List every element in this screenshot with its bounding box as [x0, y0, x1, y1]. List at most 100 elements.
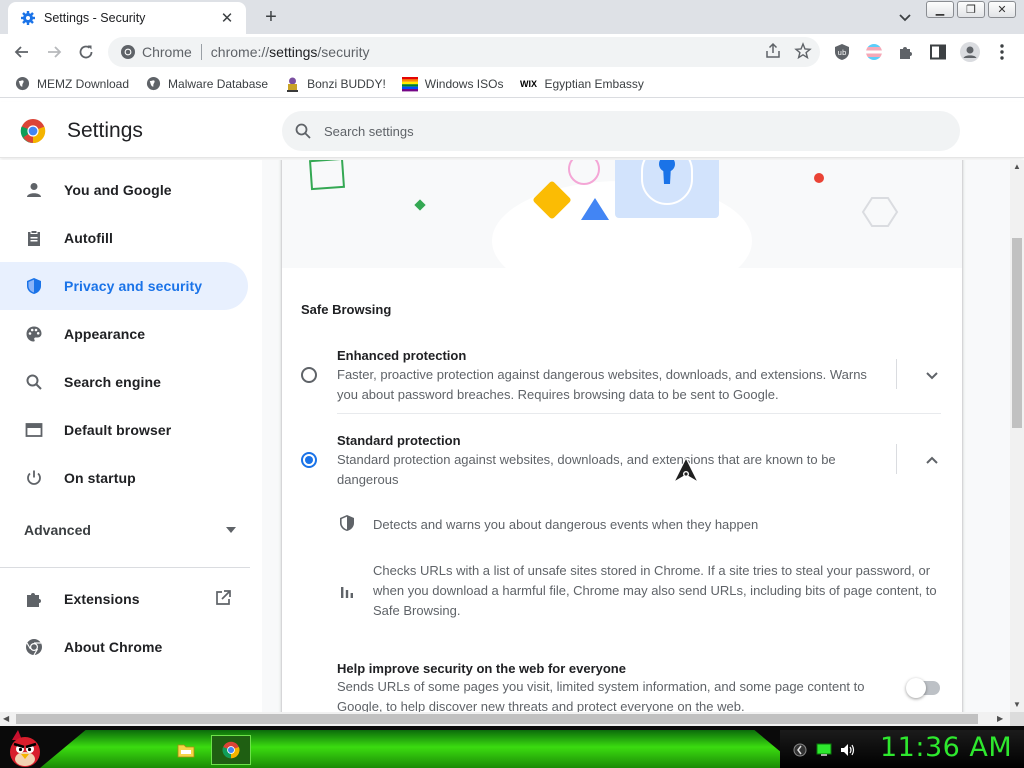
address-bar[interactable]: Chrome chrome://settings/security — [108, 37, 820, 67]
security-illustration — [282, 160, 962, 268]
clipboard-icon — [24, 228, 44, 248]
option-divider — [337, 413, 941, 414]
option-desc-enhanced: Faster, proactive protection against dan… — [337, 367, 867, 402]
browser-window-icon — [24, 420, 44, 440]
detail-text-checks-urls: Checks URLs with a list of unsafe sites … — [373, 563, 937, 618]
close-tab-icon[interactable]: ✕ — [218, 9, 236, 27]
bonzi-icon — [284, 76, 300, 92]
sidebar-item-default-browser[interactable]: Default browser — [0, 406, 248, 454]
scroll-down-icon[interactable]: ▼ — [1013, 700, 1021, 709]
sidebar-item-appearance[interactable]: Appearance — [0, 310, 248, 358]
sidebar-divider — [0, 567, 250, 568]
star-icon[interactable] — [794, 42, 812, 60]
side-panel-icon[interactable] — [928, 42, 948, 62]
browser-toolbar: Chrome chrome://settings/security ub — [0, 34, 1024, 70]
power-icon — [24, 468, 44, 488]
volume-icon[interactable] — [840, 742, 856, 758]
bookmark-bonzi-buddy[interactable]: Bonzi BUDDY! — [284, 76, 386, 92]
kebab-menu-icon[interactable] — [992, 42, 1012, 62]
caret-down-icon — [226, 527, 236, 533]
tab-settings-security[interactable]: Settings - Security ✕ — [8, 2, 246, 34]
scroll-right-icon[interactable]: ▶ — [997, 714, 1003, 723]
globe-icon — [145, 76, 161, 92]
tab-title: Settings - Security — [44, 11, 146, 25]
vertical-scrollbar[interactable]: ▲ ▼ — [1010, 160, 1024, 712]
reload-icon — [79, 45, 93, 59]
external-link-icon — [214, 589, 232, 612]
option-title-standard: Standard protection — [337, 433, 461, 448]
radio-enhanced-protection[interactable] — [301, 367, 317, 383]
scroll-up-icon[interactable]: ▲ — [1013, 162, 1021, 171]
sidebar-item-on-startup[interactable]: On startup — [0, 454, 248, 502]
back-button[interactable] — [10, 40, 34, 64]
network-icon[interactable] — [792, 742, 808, 758]
ublock-icon[interactable]: ub — [832, 42, 852, 62]
monitor-icon[interactable] — [816, 742, 832, 758]
palette-icon — [24, 324, 44, 344]
help-improve-desc: Sends URLs of some pages you visit, limi… — [337, 679, 865, 712]
radio-standard-protection[interactable] — [301, 452, 317, 468]
sidebar-item-autofill[interactable]: Autofill — [0, 214, 248, 262]
scroll-left-icon[interactable]: ◀ — [3, 714, 9, 723]
flag-extension-icon[interactable] — [864, 42, 884, 62]
wix-icon: WIX — [519, 78, 537, 89]
option-title-enhanced: Enhanced protection — [337, 348, 467, 363]
help-improve-toggle[interactable] — [906, 678, 940, 698]
chevron-down-icon[interactable] — [894, 6, 916, 28]
bookmark-egyptian-embassy[interactable]: WIX Egyptian Embassy — [519, 76, 644, 92]
chevron-down-icon — [926, 371, 938, 379]
sidebar-item-search-engine[interactable]: Search engine — [0, 358, 248, 406]
option-separator — [896, 444, 897, 474]
taskbar-folder-button[interactable] — [166, 735, 206, 765]
bookmark-malware-database[interactable]: Malware Database — [145, 76, 268, 92]
option-separator — [896, 359, 897, 389]
sidebar-item-about-chrome[interactable]: About Chrome — [0, 623, 248, 671]
puzzle-icon[interactable] — [896, 42, 916, 62]
scrollbar-thumb[interactable] — [1012, 238, 1022, 428]
sidebar-advanced-toggle[interactable]: Advanced — [24, 522, 236, 538]
chrome-logo-icon — [121, 45, 135, 59]
settings-sidebar: You and Google Autofill Privacy and secu… — [0, 160, 262, 712]
globe-icon — [14, 76, 30, 92]
shield-icon — [338, 514, 356, 532]
taskbar: 11:36 AM — [0, 726, 1024, 768]
start-button-angry-bird-icon[interactable] — [4, 728, 46, 768]
taskbar-chrome-button[interactable] — [211, 735, 251, 765]
horizontal-scrollbar[interactable]: ◀ ▶ — [0, 712, 1010, 726]
expand-enhanced-button[interactable] — [922, 365, 942, 385]
forward-button[interactable] — [42, 40, 66, 64]
new-tab-button[interactable]: + — [258, 4, 284, 30]
taskbar-clock[interactable]: 11:36 AM — [880, 732, 1012, 763]
arrow-right-icon — [48, 46, 62, 58]
window-controls: ▁ ❐ ✕ — [926, 1, 1016, 18]
sidebar-item-privacy-and-security[interactable]: Privacy and security — [0, 262, 248, 310]
url-text: chrome://settings/security — [210, 44, 370, 60]
search-icon — [24, 372, 44, 392]
collapse-standard-button[interactable] — [922, 450, 942, 470]
sidebar-item-you-and-google[interactable]: You and Google — [0, 166, 248, 214]
minimize-icon[interactable]: ▁ — [926, 1, 954, 18]
puzzle-icon — [24, 589, 44, 609]
folder-icon — [177, 744, 195, 758]
search-box[interactable] — [282, 111, 960, 151]
person-icon — [24, 180, 44, 200]
sidebar-item-extensions[interactable]: Extensions — [0, 575, 248, 623]
close-icon[interactable]: ✕ — [988, 1, 1016, 18]
reload-button[interactable] — [74, 40, 98, 64]
shield-icon — [24, 276, 44, 296]
share-icon[interactable] — [764, 42, 782, 60]
bookmark-windows-isos[interactable]: Windows ISOs — [401, 76, 503, 92]
omnibox-separator — [200, 44, 202, 60]
search-icon — [295, 123, 311, 139]
bar-chart-icon — [338, 582, 356, 600]
windows-flag-icon — [401, 76, 418, 92]
scrollbar-corner — [1010, 712, 1024, 726]
search-input[interactable] — [324, 123, 884, 139]
bookmark-memz-download[interactable]: MEMZ Download — [14, 76, 129, 92]
settings-main: Safe Browsing Enhanced protection Faster… — [262, 160, 1010, 712]
avatar[interactable] — [960, 42, 980, 62]
safe-browsing-card: Safe Browsing Enhanced protection Faster… — [282, 160, 962, 712]
hscrollbar-thumb[interactable] — [16, 714, 978, 724]
detail-text-detects: Detects and warns you about dangerous ev… — [373, 517, 759, 532]
restore-icon[interactable]: ❐ — [957, 1, 985, 18]
